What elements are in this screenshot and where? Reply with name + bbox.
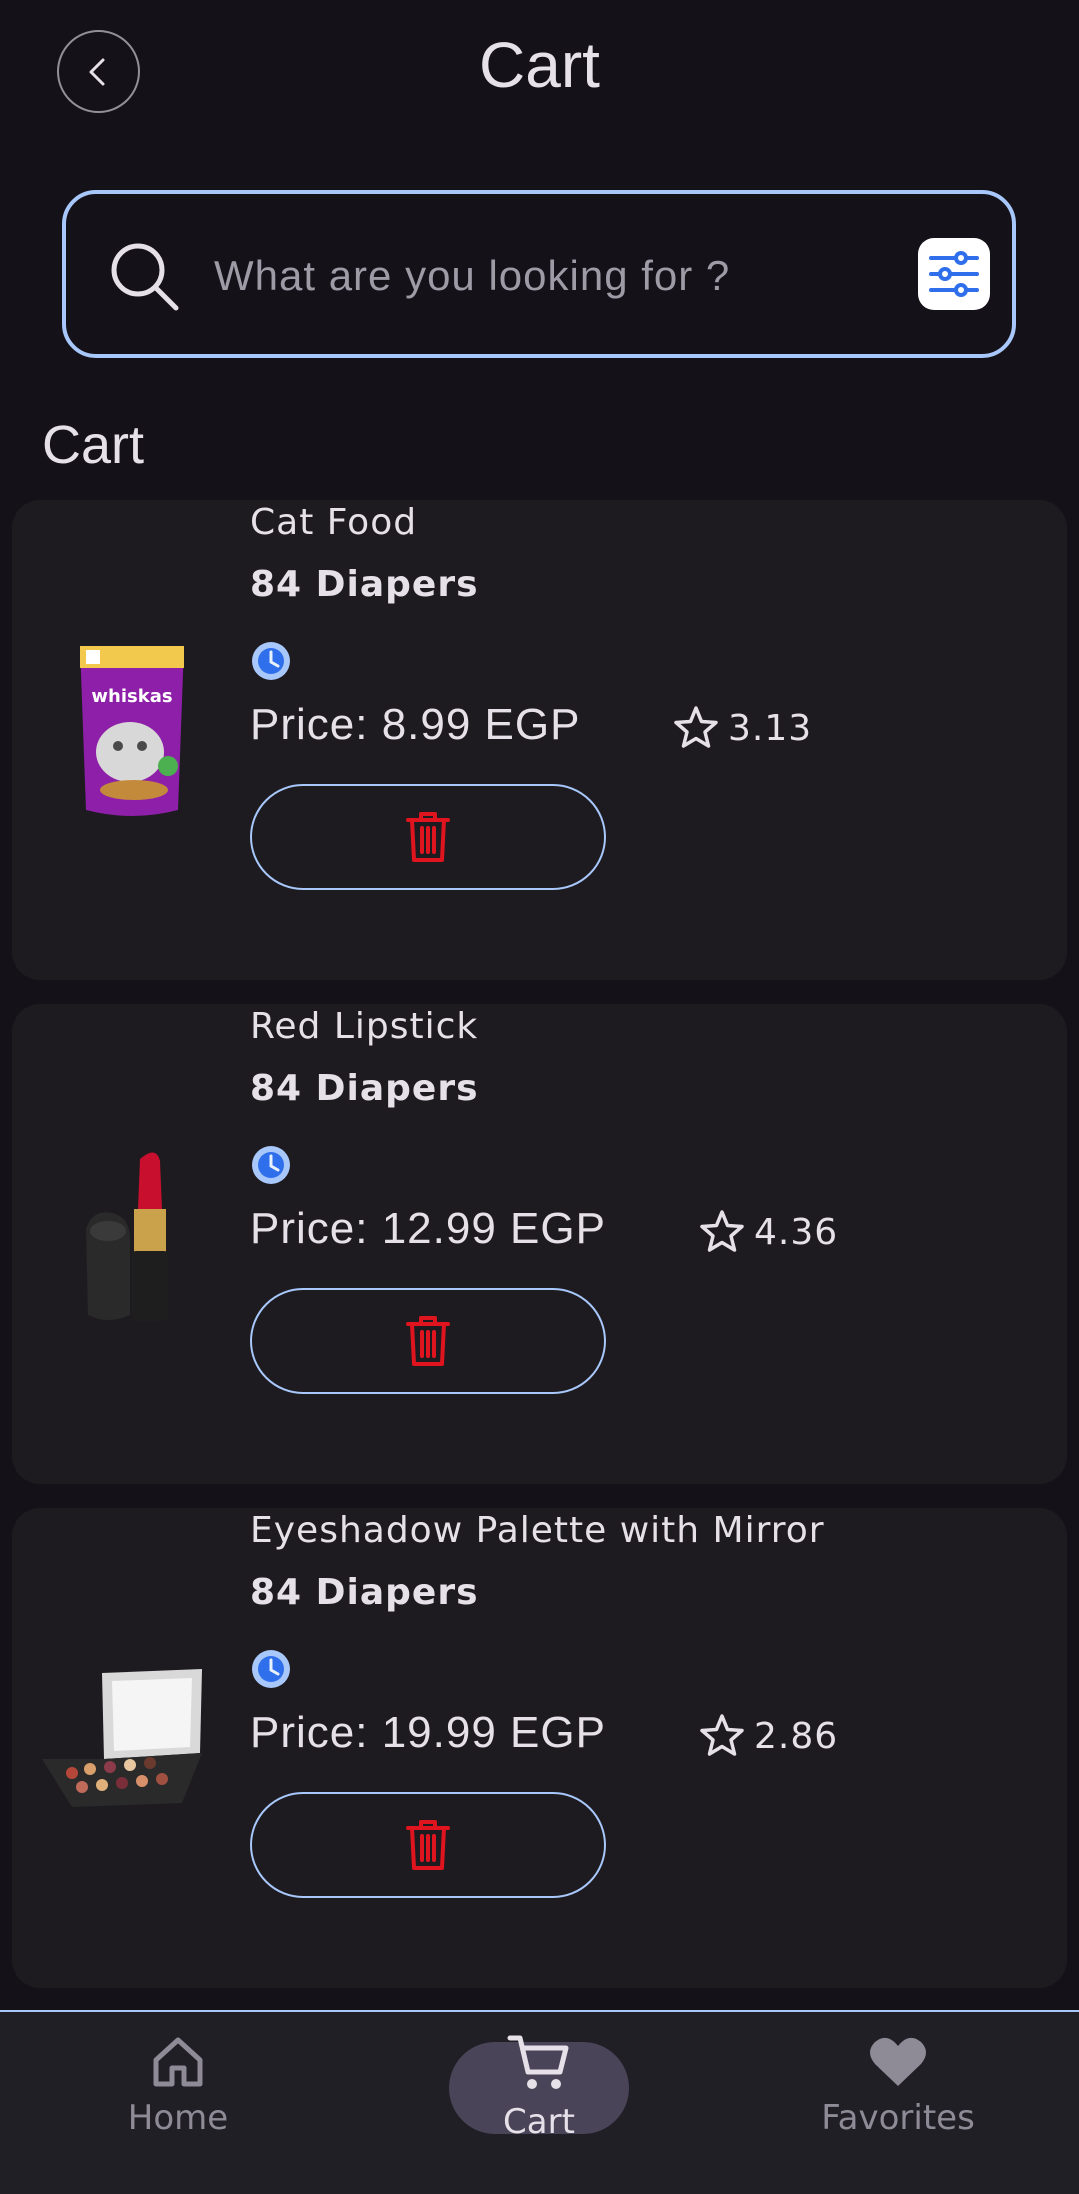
star-outline-icon [700,1210,744,1252]
nav-item-home[interactable]: Home [28,2012,328,2194]
section-title: Cart [42,415,145,475]
product-name: Cat Food [250,502,418,543]
svg-text:whiskas: whiskas [91,686,172,707]
trash-icon [406,812,450,862]
nav-label: Home [127,2098,229,2138]
search-icon [111,243,179,311]
product-price: Price: 19.99 EGP [250,1708,606,1757]
product-price: Price: 12.99 EGP [250,1204,606,1253]
cart-item-card[interactable]: whiskas Cat Food 84 Diapers Price: 8.99 … [12,500,1067,980]
product-price: Price: 8.99 EGP [250,700,581,749]
delete-button[interactable] [250,1288,606,1394]
product-name: Red Lipstick [250,1006,479,1047]
product-subtitle: 84 Diapers [250,564,479,605]
delete-button[interactable] [250,1792,606,1898]
clock-icon [252,1146,290,1184]
sliders-icon [929,251,979,297]
star-outline-icon [674,706,718,748]
nav-label: Favorites [821,2098,975,2138]
cart-item-card[interactable]: Red Lipstick 84 Diapers Price: 12.99 EGP… [12,1004,1067,1484]
nav-item-cart[interactable]: Cart [389,2012,689,2194]
star-outline-icon [700,1714,744,1756]
rating-value: 2.86 [754,1715,839,1757]
rating-value: 4.36 [754,1211,839,1253]
bottom-navigation: Home Cart Favorites [0,2010,1079,2194]
product-name: Eyeshadow Palette with Mirror [250,1510,825,1551]
cart-item-card[interactable]: Eyeshadow Palette with Mirror 84 Diapers… [12,1508,1067,1988]
product-rating: 3.13 [672,704,812,752]
product-image [42,1134,222,1334]
trash-icon [406,1820,450,1870]
filter-button[interactable] [918,238,990,310]
clock-icon [252,642,290,680]
clock-icon [252,1650,290,1688]
product-image: whiskas [42,630,222,830]
nav-label: Cart [503,2102,575,2142]
product-rating: 2.86 [698,1712,838,1760]
search-input[interactable] [214,244,834,308]
product-rating: 4.36 [698,1208,838,1256]
product-subtitle: 84 Diapers [250,1572,479,1613]
cart-icon [507,2035,569,2089]
nav-item-favorites[interactable]: Favorites [748,2012,1048,2194]
heart-icon [870,2037,926,2086]
app-bar: Cart [0,0,1079,150]
eyeshadow-palette-icon [42,1669,202,1807]
trash-icon [406,1316,450,1366]
cat-food-pouch-icon: whiskas [80,646,184,816]
home-icon [153,2037,203,2087]
lipstick-icon [86,1152,168,1321]
product-subtitle: 84 Diapers [250,1068,479,1109]
search-bar [62,190,1016,358]
page-title: Cart [479,29,600,101]
rating-value: 3.13 [728,707,813,749]
delete-button[interactable] [250,784,606,890]
product-image [32,1638,212,1838]
